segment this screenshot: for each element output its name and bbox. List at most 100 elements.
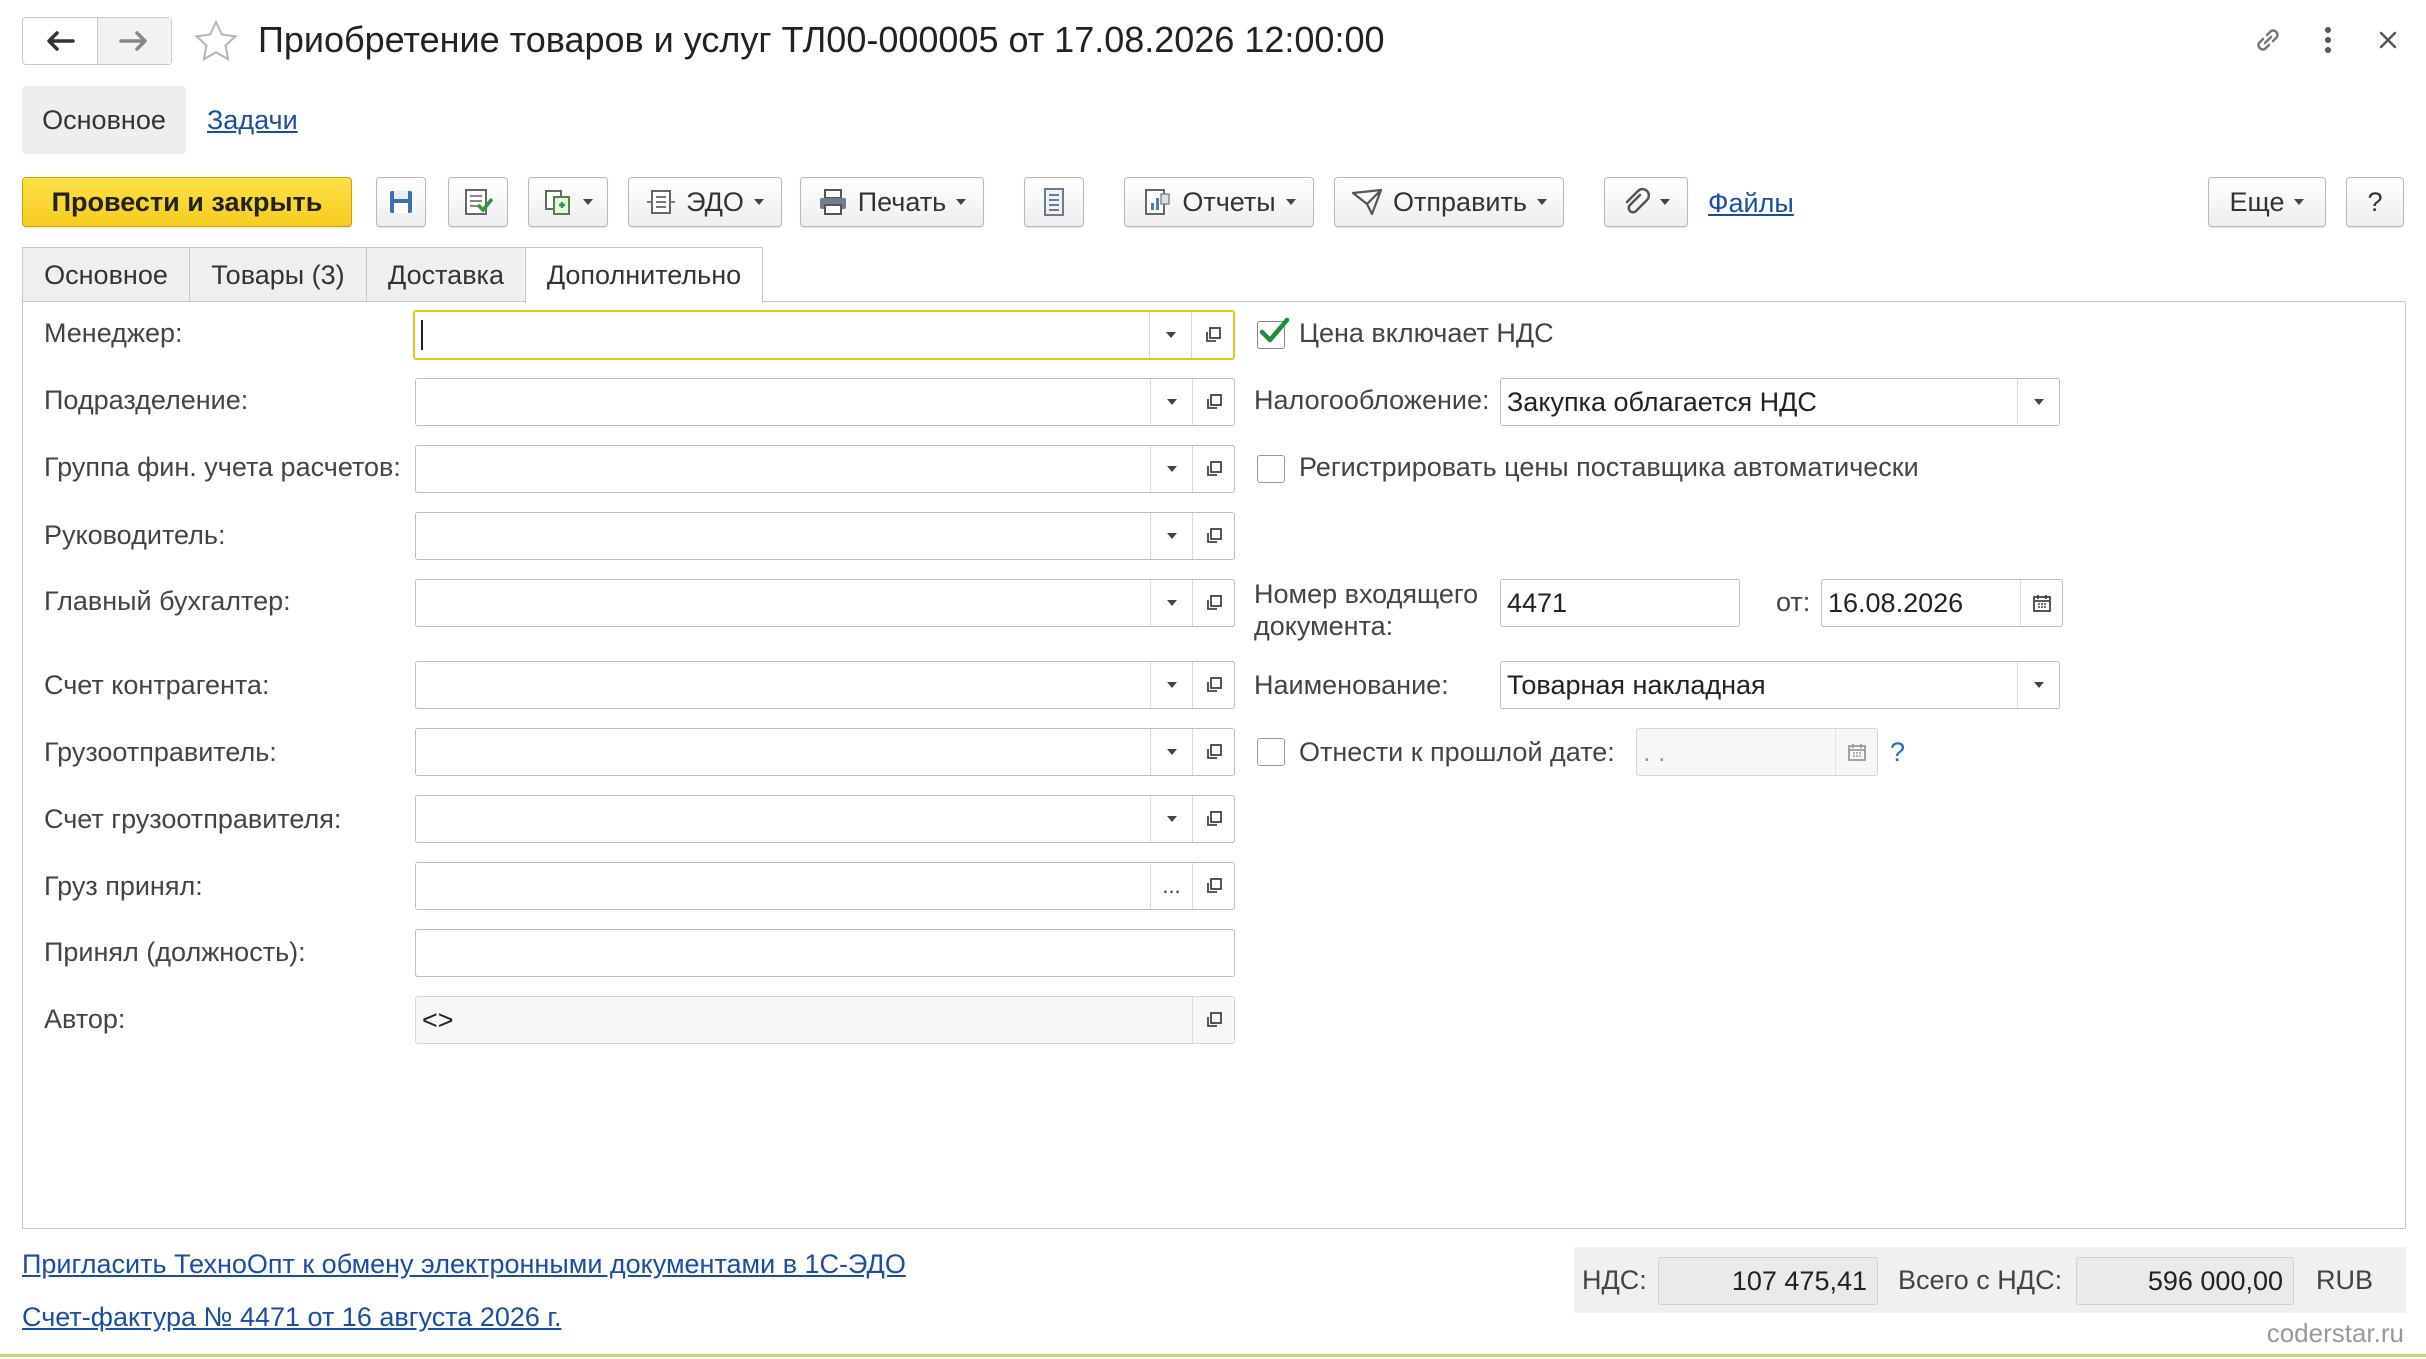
- doc-name-select[interactable]: Товарная накладная: [1500, 661, 2060, 709]
- close-window-button[interactable]: [2368, 20, 2408, 60]
- received-position-label: Принял (должность):: [44, 937, 306, 967]
- open-form-icon: [1206, 677, 1222, 692]
- fin-group-dropdown-button[interactable]: [1150, 446, 1192, 492]
- link-button[interactable]: [2248, 20, 2288, 60]
- chevron-down-icon: [1166, 600, 1177, 606]
- chevron-down-icon: [1536, 199, 1547, 205]
- head-dropdown-button[interactable]: [1150, 513, 1192, 559]
- past-date-help-icon[interactable]: ?: [1890, 737, 1905, 768]
- open-form-icon: [1206, 528, 1222, 543]
- register-prices-checkbox[interactable]: [1257, 455, 1285, 483]
- past-date-calendar-button[interactable]: [1835, 729, 1877, 775]
- price-includes-vat-label: Цена включает НДС: [1299, 318, 1554, 348]
- taxation-select[interactable]: Закупка облагается НДС: [1500, 378, 2060, 426]
- invite-edo-link[interactable]: Пригласить ТехноОпт к обмену электронным…: [22, 1249, 906, 1280]
- chevron-down-icon: [1166, 682, 1177, 688]
- create-based-on-button[interactable]: [528, 177, 608, 227]
- author-field[interactable]: <>: [415, 996, 1235, 1044]
- doc-name-dropdown-button[interactable]: [2017, 662, 2059, 708]
- vat-value: 107 475,41: [1658, 1257, 1878, 1305]
- fin-group-field[interactable]: [415, 445, 1235, 493]
- back-button[interactable]: [23, 18, 97, 64]
- send-button[interactable]: Отправить: [1334, 177, 1564, 227]
- shipper-account-field[interactable]: [415, 795, 1235, 843]
- head-field[interactable]: [415, 512, 1235, 560]
- tab-additional[interactable]: Дополнительно: [525, 247, 763, 303]
- chevron-down-icon: [1166, 466, 1177, 472]
- shipper-account-open-button[interactable]: [1192, 796, 1234, 842]
- cargo-received-field[interactable]: ...: [415, 862, 1235, 910]
- files-link[interactable]: Файлы: [1708, 181, 1794, 225]
- tab-goods[interactable]: Товары (3): [189, 247, 367, 301]
- attach-button[interactable]: [1604, 177, 1688, 227]
- total-label: Всего с НДС:: [1898, 1265, 2063, 1295]
- chevron-down-icon: [1285, 199, 1296, 205]
- chief-accountant-open-button[interactable]: [1192, 580, 1234, 626]
- department-open-button[interactable]: [1192, 379, 1234, 425]
- manager-dropdown-button[interactable]: [1149, 312, 1191, 358]
- department-field[interactable]: [415, 378, 1235, 426]
- manager-field[interactable]: [413, 310, 1235, 360]
- more-actions-button[interactable]: [2308, 20, 2348, 60]
- manager-open-button[interactable]: [1191, 312, 1233, 358]
- shipper-open-button[interactable]: [1192, 729, 1234, 775]
- forward-button[interactable]: [96, 18, 171, 64]
- help-button[interactable]: ?: [2346, 177, 2404, 227]
- post-button[interactable]: [448, 177, 508, 227]
- fin-group-open-button[interactable]: [1192, 446, 1234, 492]
- fin-group-label: Группа фин. учета расчетов:: [44, 452, 401, 482]
- favorite-star-icon[interactable]: [192, 18, 240, 66]
- structure-button[interactable]: [1024, 177, 1084, 227]
- counterparty-account-field[interactable]: [415, 661, 1235, 709]
- print-button[interactable]: Печать: [800, 177, 984, 227]
- author-open-button[interactable]: [1192, 997, 1234, 1043]
- calendar-icon: [1847, 744, 1866, 761]
- counterparty-account-dropdown-button[interactable]: [1150, 662, 1192, 708]
- past-date-field[interactable]: . .: [1636, 728, 1878, 776]
- chief-accountant-dropdown-button[interactable]: [1150, 580, 1192, 626]
- checkmark-icon: [1259, 317, 1290, 343]
- head-open-button[interactable]: [1192, 513, 1234, 559]
- past-date-checkbox[interactable]: [1257, 738, 1285, 766]
- edo-icon: [647, 190, 676, 214]
- price-includes-vat-checkbox[interactable]: [1257, 317, 1290, 349]
- department-dropdown-button[interactable]: [1150, 379, 1192, 425]
- incoming-number-field[interactable]: 4471: [1500, 579, 1740, 627]
- reports-button[interactable]: Отчеты: [1124, 177, 1314, 227]
- doc-name-label: Наименование:: [1254, 670, 1449, 700]
- chevron-down-icon: [1166, 816, 1177, 822]
- chevron-down-icon: [2033, 682, 2044, 688]
- save-button[interactable]: [376, 177, 426, 227]
- incoming-date-calendar-button[interactable]: [2020, 580, 2062, 626]
- send-icon: [1351, 188, 1383, 216]
- incoming-date-label: от:: [1776, 587, 1811, 617]
- post-and-close-button[interactable]: Провести и закрыть: [22, 177, 352, 227]
- chevron-down-icon: [583, 199, 593, 205]
- history-nav: [22, 17, 172, 65]
- section-tab-tasks[interactable]: Задачи: [207, 86, 298, 154]
- shipper-account-label: Счет грузоотправителя:: [44, 804, 342, 834]
- register-prices-label: Регистрировать цены поставщика автоматич…: [1299, 452, 1919, 482]
- head-label: Руководитель:: [44, 520, 226, 550]
- manager-label: Менеджер:: [44, 318, 183, 348]
- chevron-down-icon: [1166, 399, 1177, 405]
- edo-button[interactable]: ЭДО: [628, 177, 782, 227]
- counterparty-account-open-button[interactable]: [1192, 662, 1234, 708]
- more-button[interactable]: Еще: [2208, 177, 2326, 227]
- section-tab-main[interactable]: Основное: [22, 86, 186, 154]
- received-position-field[interactable]: [415, 929, 1235, 977]
- printer-icon: [819, 189, 846, 215]
- document-list-icon: [1044, 188, 1064, 216]
- cargo-received-open-button[interactable]: [1192, 863, 1234, 909]
- invoice-link[interactable]: Счет-фактура № 4471 от 16 августа 2026 г…: [22, 1302, 561, 1333]
- cargo-received-select-button[interactable]: ...: [1150, 863, 1192, 909]
- chief-accountant-field[interactable]: [415, 579, 1235, 627]
- taxation-dropdown-button[interactable]: [2017, 379, 2059, 425]
- shipper-account-dropdown-button[interactable]: [1150, 796, 1192, 842]
- tab-delivery[interactable]: Доставка: [366, 247, 526, 301]
- tab-main[interactable]: Основное: [22, 247, 190, 301]
- incoming-date-field[interactable]: 16.08.2026: [1821, 579, 2063, 627]
- shipper-dropdown-button[interactable]: [1150, 729, 1192, 775]
- create-based-on-icon: [545, 190, 570, 215]
- shipper-field[interactable]: [415, 728, 1235, 776]
